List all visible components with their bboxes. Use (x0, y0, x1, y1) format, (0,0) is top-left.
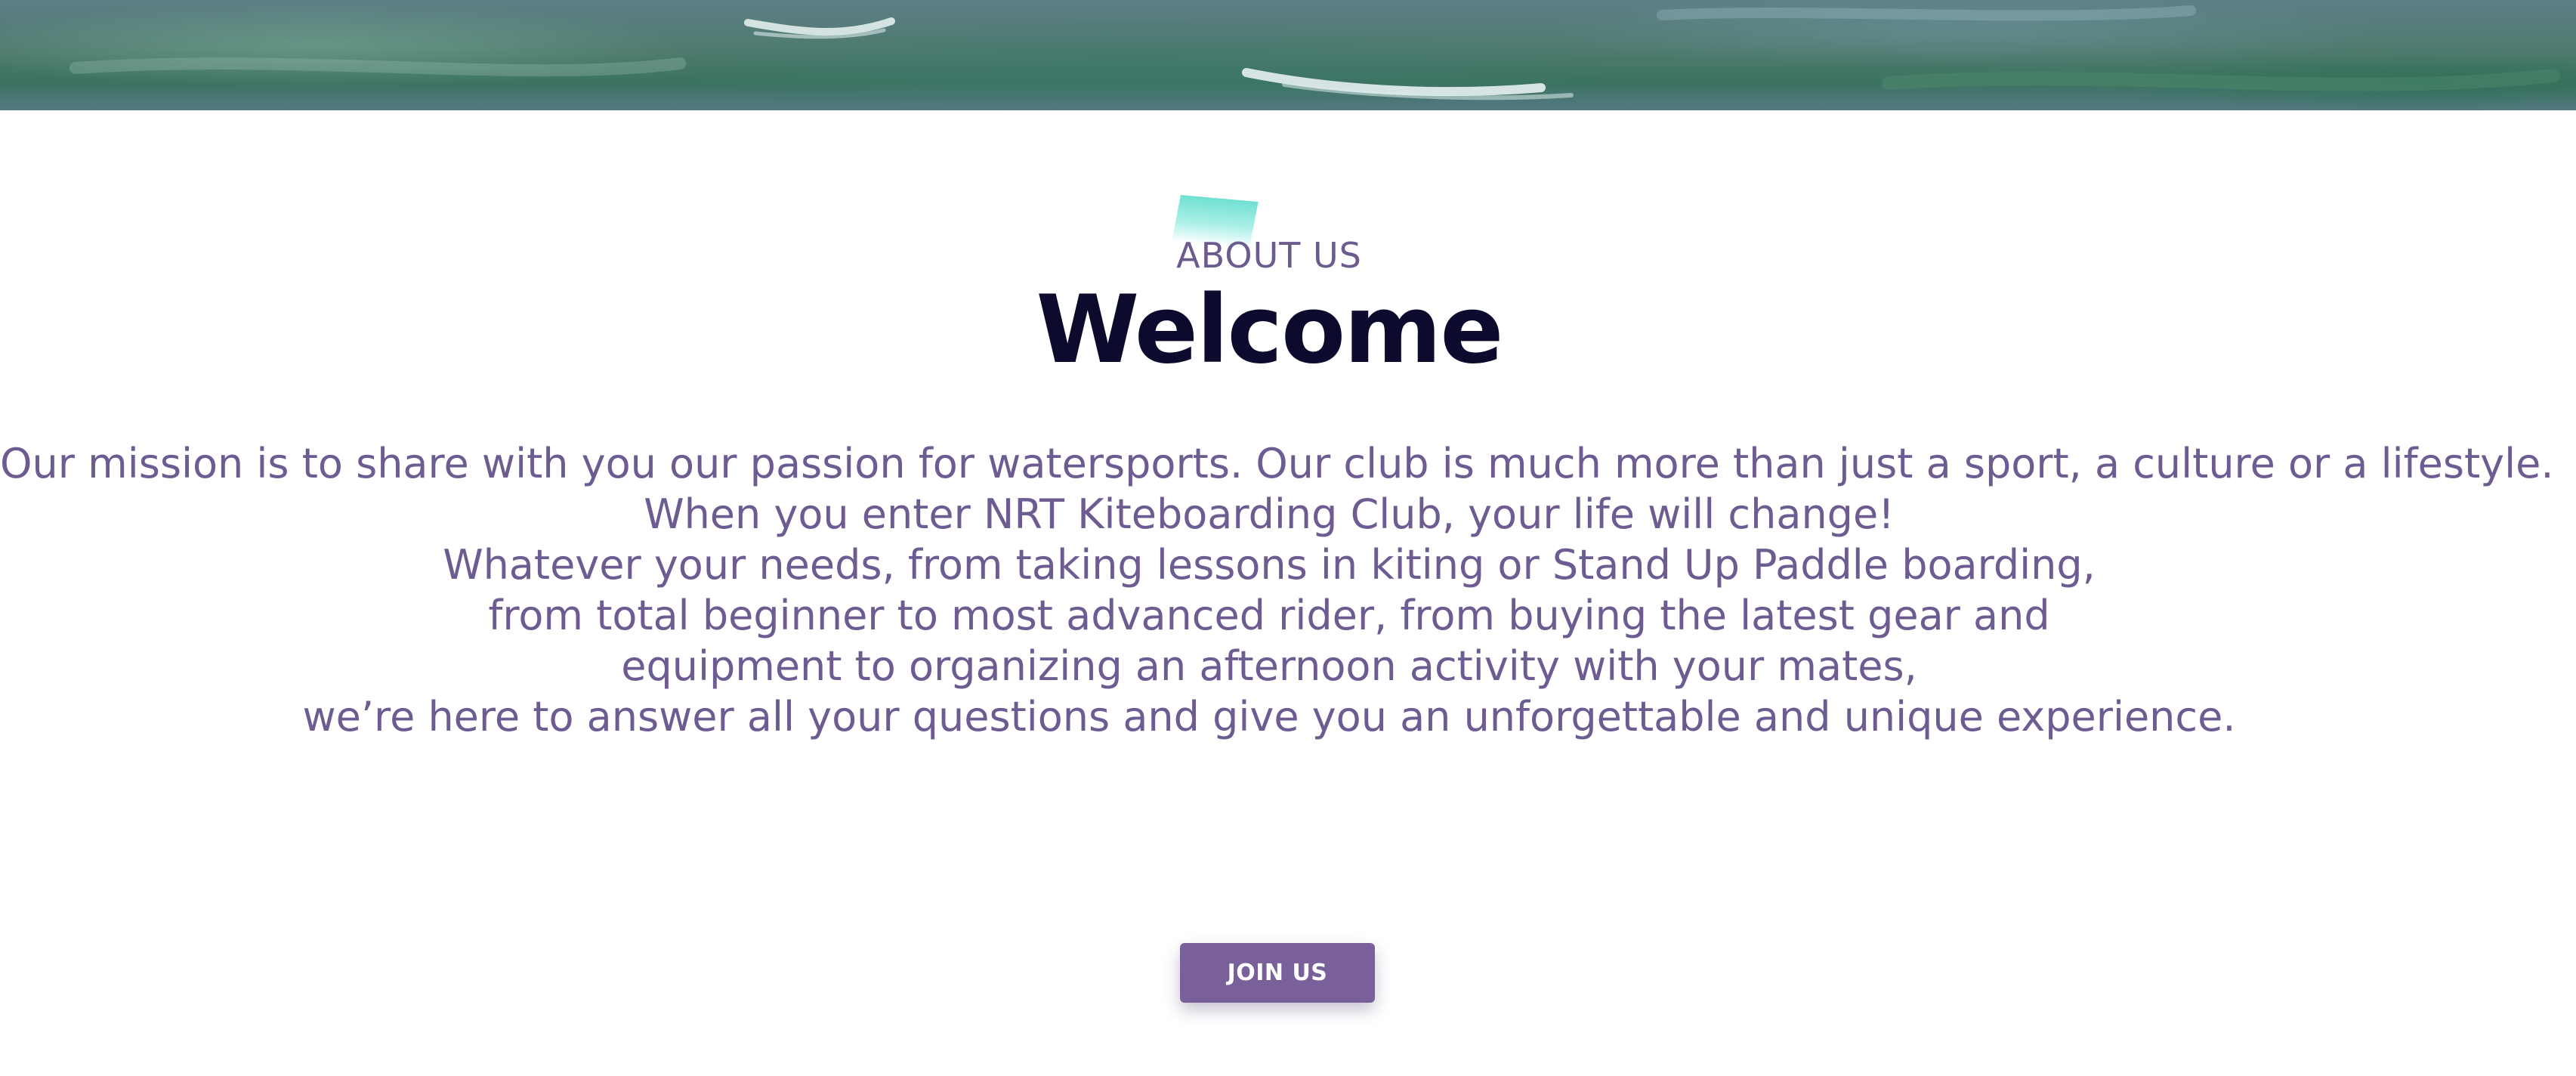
mission-text: Our mission is to share with you our pas… (0, 438, 2554, 742)
mission-line: we’re here to answer all your questions … (302, 693, 2236, 741)
mission-line: Whatever your needs, from taking lessons… (443, 541, 2096, 589)
page-title: Welcome (1036, 276, 1504, 385)
water-hero-image (0, 0, 2576, 110)
mission-line: When you enter NRT Kiteboarding Club, yo… (644, 490, 1895, 538)
mission-line: equipment to organizing an afternoon act… (621, 642, 1917, 690)
page: ABOUT US Welcome Our mission is to share… (0, 0, 2576, 1076)
section-eyebrow: ABOUT US (1176, 235, 1362, 276)
wave-foam-graphic (69, 5, 2560, 100)
mission-line: Our mission is to share with you our pas… (0, 440, 2554, 487)
join-us-button[interactable]: JOIN US (1180, 943, 1375, 1003)
mission-line: from total beginner to most advanced rid… (488, 592, 2050, 639)
